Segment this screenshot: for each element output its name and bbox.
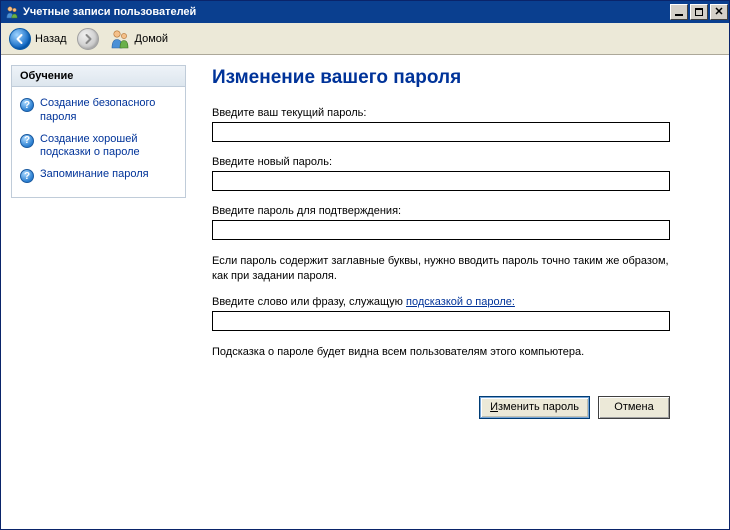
toolbar: Назад Домой: [1, 23, 729, 55]
back-label: Назад: [35, 33, 67, 45]
maximize-button[interactable]: [690, 4, 708, 20]
current-password-input[interactable]: [212, 122, 670, 142]
window-controls: ✕: [669, 2, 729, 22]
content-area: Обучение ? Создание безопасного пароля ?…: [1, 55, 729, 529]
hint-visibility-note: Подсказка о пароле будет видна всем поль…: [212, 345, 672, 360]
sidebar-item-safe-password: ? Создание безопасного пароля: [20, 93, 177, 129]
main-panel: Изменение вашего пароля Введите ваш теку…: [212, 65, 717, 419]
back-arrow-icon: [9, 28, 31, 50]
help-icon: ?: [20, 169, 34, 183]
confirm-password-group: Введите пароль для подтверждения:: [212, 205, 717, 240]
page-heading: Изменение вашего пароля: [212, 67, 717, 89]
forward-button: [73, 26, 103, 52]
current-password-group: Введите ваш текущий пароль:: [212, 107, 717, 142]
current-password-label: Введите ваш текущий пароль:: [212, 107, 717, 119]
window-title: Учетные записи пользователей: [23, 6, 669, 18]
button-row: Изменить пароль Отмена: [212, 396, 674, 419]
sidebar-link-remember-password[interactable]: Запоминание пароля: [40, 168, 149, 182]
close-button[interactable]: ✕: [710, 4, 728, 20]
help-icon: ?: [20, 98, 34, 112]
sidebar-body: ? Создание безопасного пароля ? Создание…: [12, 87, 185, 197]
hint-input[interactable]: [212, 311, 670, 331]
sidebar-header: Обучение: [12, 66, 185, 87]
home-label: Домой: [135, 33, 169, 45]
new-password-input[interactable]: [212, 171, 670, 191]
sidebar-link-safe-password[interactable]: Создание безопасного пароля: [40, 97, 177, 125]
sidebar: Обучение ? Создание безопасного пароля ?…: [11, 65, 186, 198]
sidebar-item-remember-password: ? Запоминание пароля: [20, 164, 177, 187]
hint-label: Введите слово или фразу, служащую подска…: [212, 296, 717, 308]
confirm-password-label: Введите пароль для подтверждения:: [212, 205, 717, 217]
change-password-button-text: зменить пароль: [498, 401, 579, 413]
window-frame: Учетные записи пользователей ✕ Назад: [0, 0, 730, 530]
cancel-button[interactable]: Отмена: [598, 396, 670, 419]
sidebar-link-good-hint[interactable]: Создание хорошей подсказки о пароле: [40, 133, 177, 161]
help-icon: ?: [20, 134, 34, 148]
back-button[interactable]: Назад: [5, 26, 71, 52]
users-app-icon: [5, 5, 19, 19]
new-password-label: Введите новый пароль:: [212, 156, 717, 168]
home-button[interactable]: Домой: [105, 26, 173, 52]
titlebar: Учетные записи пользователей ✕: [1, 1, 729, 23]
new-password-group: Введите новый пароль:: [212, 156, 717, 191]
confirm-password-input[interactable]: [212, 220, 670, 240]
users-home-icon: [109, 28, 131, 50]
forward-arrow-icon: [77, 28, 99, 50]
change-password-button[interactable]: Изменить пароль: [479, 396, 590, 419]
minimize-button[interactable]: [670, 4, 688, 20]
hint-label-prefix: Введите слово или фразу, служащую: [212, 296, 406, 308]
hint-help-link[interactable]: подсказкой о пароле:: [406, 296, 515, 308]
sidebar-item-good-hint: ? Создание хорошей подсказки о пароле: [20, 129, 177, 165]
case-sensitivity-note: Если пароль содержит заглавные буквы, ну…: [212, 254, 672, 284]
hint-group: Введите слово или фразу, служащую подска…: [212, 296, 717, 331]
